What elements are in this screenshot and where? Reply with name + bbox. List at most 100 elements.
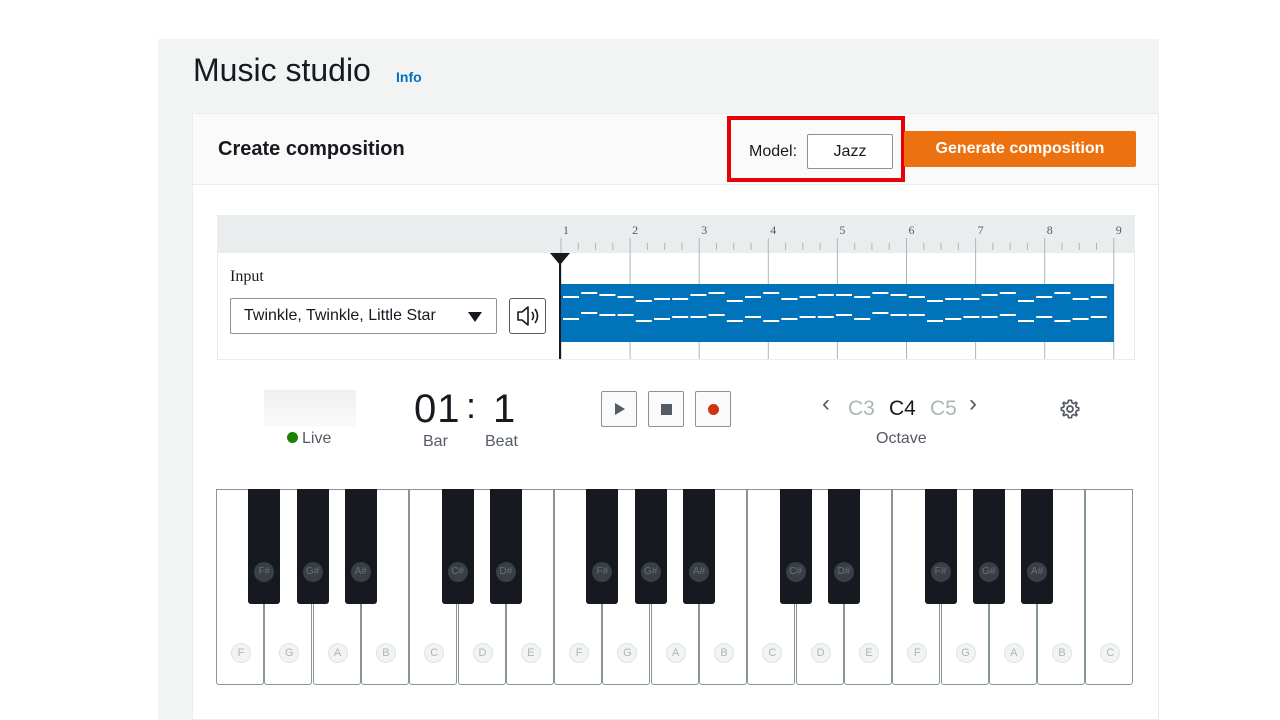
note-mark [872,312,889,314]
note-mark [763,292,780,294]
key-label: C# [447,562,468,582]
note-mark [908,314,925,316]
info-link[interactable]: Info [396,69,422,85]
generate-composition-button[interactable]: Generate composition [904,131,1136,167]
note-mark [890,314,907,316]
key-label: E [858,643,879,663]
black-key-f-sharp[interactable]: F# [924,489,957,604]
key-label: F# [930,562,951,582]
key-label: B [714,643,734,663]
bar-numbers: 1 2 3 4 5 6 7 8 9 [563,223,1122,237]
note-mark [654,298,670,300]
note-mark [908,296,925,298]
caret-down-icon [468,312,482,322]
bar-number-label: 8 [1047,223,1053,237]
key-label: A [1003,643,1024,663]
key-label: C [1100,643,1121,663]
key-label: F [231,643,251,663]
note-mark [854,318,871,320]
octave-prev-icon[interactable]: ‹ [822,390,830,418]
note-mark [890,294,907,296]
bar-number-label: 3 [701,223,707,237]
gear-icon[interactable] [1059,398,1081,420]
note-mark [945,318,962,320]
key-label: F# [254,562,275,582]
note-mark [672,298,689,300]
octave-next-icon[interactable]: › [969,390,977,418]
key-label: G [617,643,638,663]
bar-counter: 01 [414,387,461,431]
black-key-g-sharp[interactable]: G# [634,489,667,604]
key-label: A [327,643,348,663]
live-waveform [264,390,356,427]
black-key-g-sharp[interactable]: G# [296,489,329,604]
note-mark [581,292,598,294]
record-button[interactable] [695,391,731,427]
note-mark [781,318,798,320]
stop-button[interactable] [648,391,684,427]
key-label: A# [350,562,371,582]
white-key-c[interactable]: C [1085,489,1134,685]
note-mark [963,298,980,300]
input-label: Input [230,268,264,285]
note-mark [726,320,743,322]
note-mark [1054,320,1071,322]
note-mark [563,296,579,298]
bar-number-label: 4 [770,223,776,237]
note-mark [781,298,798,300]
panel-title: Create composition [218,138,405,160]
key-label: G [279,643,300,663]
octave-next-option[interactable]: C5 [930,397,957,421]
key-label: B [375,643,396,663]
create-composition-panel: Create composition Model: Jazz Generate … [192,113,1159,720]
note-mark [672,316,689,318]
black-key-a-sharp[interactable]: A# [344,489,377,604]
note-mark [927,320,943,322]
black-key-d-sharp[interactable]: D# [489,489,522,604]
bar-number-label: 6 [909,223,915,237]
note-mark [635,320,652,322]
note-mark [963,316,980,318]
note-mark [617,296,634,298]
bar-number-label: 5 [839,223,845,237]
main-content: Music studio Info Create composition Mod… [158,39,1159,720]
note-mark [1072,298,1089,300]
model-label: Model: [749,143,798,160]
counter-separator: : [466,385,477,426]
key-label: G# [640,562,661,582]
key-label: D [810,643,831,663]
model-highlight-box: Model: Jazz [727,116,905,182]
model-select[interactable]: Jazz [807,134,893,169]
black-key-d-sharp[interactable]: D# [827,489,860,604]
input-select[interactable]: Twinkle, Twinkle, Little Star [230,298,497,334]
speaker-button[interactable] [509,298,546,334]
black-key-f-sharp[interactable]: F# [248,489,281,604]
note-mark [799,316,816,318]
note-mark [708,292,725,294]
timeline: 1 2 3 4 5 6 7 8 9 Input Twinkle, Twinkle, Little… [217,215,1135,360]
octave-label: Octave [876,430,927,447]
note-mark [563,318,579,320]
note-mark [745,296,761,298]
note-mark [599,314,616,316]
note-mark [654,318,670,320]
octave-prev-option[interactable]: C3 [848,397,875,421]
note-mark [836,314,852,316]
black-key-c-sharp[interactable]: C# [779,489,812,604]
note-mark [763,320,780,322]
black-key-a-sharp[interactable]: A# [683,489,715,604]
key-label: A# [689,562,709,582]
note-mark [708,314,725,316]
note-mark [1090,316,1107,318]
note-mark [726,300,743,302]
black-key-f-sharp[interactable]: F# [586,489,619,604]
black-key-c-sharp[interactable]: C# [441,489,474,604]
beat-counter: 1 [493,387,516,431]
key-label: D [472,643,493,663]
note-mark [1036,316,1053,318]
stop-icon [661,404,672,415]
black-key-g-sharp[interactable]: G# [972,489,1005,604]
bar-number-label: 2 [632,223,638,237]
play-button[interactable] [601,391,637,427]
black-key-a-sharp[interactable]: A# [1021,489,1054,604]
